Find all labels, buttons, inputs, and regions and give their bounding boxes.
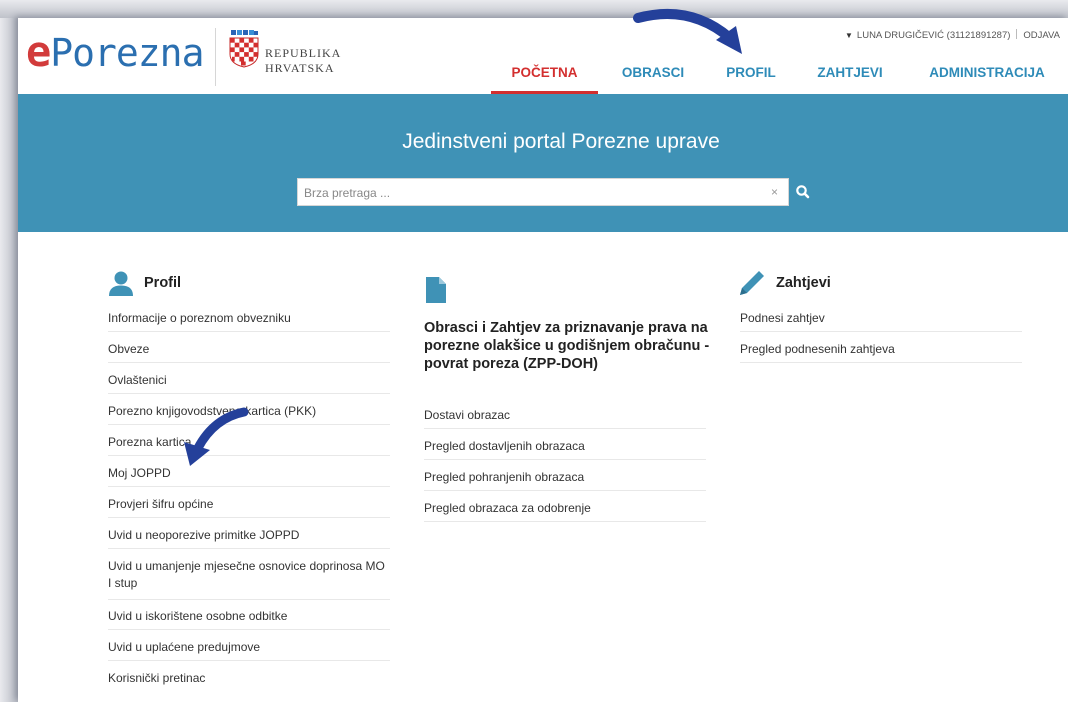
userbar-separator: [1016, 29, 1018, 39]
search-input[interactable]: [304, 183, 744, 203]
logo-divider: [215, 28, 216, 86]
user-dropdown-caret-icon[interactable]: ▼: [845, 31, 853, 40]
outer-background-left: [0, 0, 18, 702]
profil-item-osobni-odbitci[interactable]: Uvid u iskorištene osobne odbitke: [108, 608, 390, 630]
site-header: ePorezna REPUBLIKA HRVATSKA ▼ LUNA DRUGIČ…: [18, 18, 1068, 94]
user-name-link[interactable]: LUNA DRUGIČEVIĆ (31121891287): [857, 30, 1010, 41]
eporezna-logo[interactable]: ePorezna: [26, 31, 204, 75]
annotation-arrow-profil-icon: [633, 8, 742, 54]
nav-zahtjevi[interactable]: ZAHTJEVI: [811, 56, 889, 94]
outer-background-top: [0, 0, 1068, 18]
profil-title: Profil: [144, 275, 182, 291]
browser-page: ePorezna REPUBLIKA HRVATSKA ▼ LUNA DRUGIČ…: [18, 18, 1068, 702]
profil-item-korisnicki-pretinac[interactable]: Korisnički pretinac: [108, 670, 390, 692]
republika-label: REPUBLIKA: [265, 46, 342, 60]
profil-item-predujmovi[interactable]: Uvid u uplaćene predujmove: [108, 639, 390, 661]
zahtjevi-heading: Zahtjevi: [738, 270, 831, 296]
user-bar: ▼ LUNA DRUGIČEVIĆ (31121891287) ODJAVA: [845, 29, 1060, 41]
zahtjevi-item-podnesi[interactable]: Podnesi zahtjev: [740, 310, 1022, 332]
nav-pocetna[interactable]: POČETNA: [491, 56, 598, 94]
profil-item-obveze[interactable]: Obveze: [108, 341, 390, 363]
obrasci-item-dostavi[interactable]: Dostavi obrazac: [424, 407, 706, 429]
profil-item-informacije[interactable]: Informacije o poreznom obvezniku: [108, 310, 390, 332]
zahtjevi-title: Zahtjevi: [776, 275, 831, 291]
obrasci-item-pohranjeni[interactable]: Pregled pohranjenih obrazaca: [424, 469, 706, 491]
document-icon: [426, 277, 446, 303]
profil-item-sifra-opcine[interactable]: Provjeri šifru općine: [108, 496, 390, 518]
hero-banner: Jedinstveni portal Porezne uprave ×: [18, 94, 1068, 232]
search-icon[interactable]: [793, 182, 813, 202]
search-box: ×: [297, 178, 789, 206]
profil-item-moj-joppd[interactable]: Moj JOPPD: [108, 465, 390, 487]
obrasci-item-za-odobrenje[interactable]: Pregled obrazaca za odobrenje: [424, 500, 706, 522]
obrasci-item-dostavljeni[interactable]: Pregled dostavljenih obrazaca: [424, 438, 706, 460]
logo-e: e: [26, 27, 51, 76]
logout-link[interactable]: ODJAVA: [1023, 30, 1060, 41]
profil-heading: Profil: [108, 270, 181, 296]
profil-item-umanjenje-osnovice[interactable]: Uvid u umanjenje mjesečne osnovice dopri…: [108, 558, 390, 600]
portal-title: Jedinstveni portal Porezne uprave: [402, 130, 720, 153]
croatian-coat-of-arms-icon: [229, 30, 259, 68]
pencil-icon: [740, 271, 764, 295]
hrvatska-label: HRVATSKA: [265, 61, 335, 75]
nav-administracija[interactable]: ADMINISTRACIJA: [923, 56, 1051, 94]
logo-text: Porezna: [50, 31, 204, 75]
profil-item-neoporezivi-primitci[interactable]: Uvid u neoporezive primitke JOPPD: [108, 527, 390, 549]
obrasci-title: Obrasci i Zahtjev za priznavanje prava n…: [424, 320, 710, 372]
search-clear-icon[interactable]: ×: [771, 185, 778, 199]
profil-item-ovlastenici[interactable]: Ovlaštenici: [108, 372, 390, 394]
annotation-arrow-joppd-icon: [184, 407, 249, 466]
user-icon: [109, 271, 133, 296]
zahtjevi-item-pregled[interactable]: Pregled podnesenih zahtjeva: [740, 341, 1022, 363]
